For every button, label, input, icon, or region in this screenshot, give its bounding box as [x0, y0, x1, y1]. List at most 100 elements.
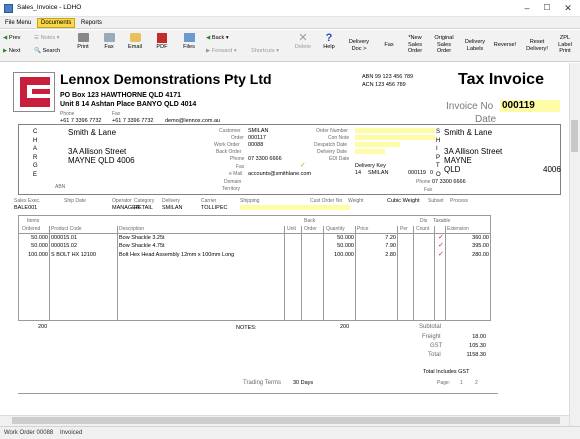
fax2-button[interactable]: Fax	[380, 42, 398, 49]
total-label: Total	[428, 352, 441, 358]
menu-bar: File Menu Documents Reports	[0, 17, 580, 29]
freight-value: 18.00	[472, 334, 486, 340]
billto-name: Smith & Lane	[68, 128, 117, 137]
delivery-date-field[interactable]	[355, 149, 385, 154]
gst-label: GST	[430, 343, 443, 349]
printer-icon	[77, 33, 89, 42]
taxable-check-icon: ✓	[438, 234, 444, 241]
delivery-key-d: 0	[430, 170, 434, 176]
delete-x-icon: ✕	[298, 32, 308, 44]
row-ordered: 100.000	[28, 252, 48, 258]
con-note-label: Con Note	[328, 135, 350, 141]
vertical-scrollbar[interactable]	[569, 63, 580, 426]
invoice-title: Tax Invoice	[458, 71, 544, 88]
reset-delivery-button[interactable]: Reset Delivery!	[522, 39, 552, 52]
pdf-icon	[157, 33, 167, 43]
row-quantity: 100.000	[334, 252, 354, 258]
back-button[interactable]: ◀ Back ▾	[206, 35, 229, 42]
workorder-number: 00088	[248, 142, 264, 148]
freight-label: Freight	[422, 334, 441, 340]
delivery-label: Delivery	[162, 198, 181, 204]
territory-label: Territory	[222, 186, 241, 192]
minimize-button[interactable]: –	[520, 2, 534, 14]
shipto-phone-label: Phone	[416, 179, 431, 185]
count-header: Count	[416, 226, 430, 232]
delete-button[interactable]: ✕ Delete	[293, 33, 313, 51]
back-header: Back	[304, 218, 316, 224]
close-button[interactable]: ✕	[561, 2, 575, 14]
shipto-side-label: SHIPTO	[436, 129, 441, 178]
status-bar: Work Order 00088 Invoiced	[0, 426, 580, 439]
row-quantity: 50.000	[337, 243, 354, 249]
next-button[interactable]: ▶ Next	[3, 48, 20, 55]
reverse-button[interactable]: Reverse!	[490, 42, 520, 49]
weight-label: Weight	[348, 198, 364, 204]
status-workorder: Work Order 00088	[4, 430, 54, 436]
invoice-no-label: Invoice No	[446, 101, 494, 112]
email-button[interactable]: Email	[125, 33, 145, 51]
files-button[interactable]: Files	[181, 33, 197, 51]
subset-label: Subset	[428, 198, 444, 204]
despatch-date-field[interactable]	[355, 142, 400, 147]
trading-terms: 30 Days	[293, 380, 314, 386]
row-ordered: 50.000	[31, 235, 48, 241]
zpl-label-print-button[interactable]: ZPL Label Print	[554, 35, 576, 55]
workorder-label: Work Order	[214, 142, 240, 148]
horizontal-scroll-thumb[interactable]	[12, 417, 560, 424]
notes-button[interactable]: ☰ Notes ▾	[34, 35, 60, 42]
shipping-field[interactable]	[240, 205, 350, 210]
shipto-name: Smith & Lane	[444, 128, 493, 137]
cust-order-label: Cust Order No	[310, 198, 343, 204]
app-icon	[4, 4, 13, 13]
help-button[interactable]: ? Help	[321, 33, 337, 51]
print-button[interactable]: Print	[75, 33, 91, 51]
delivery-labels-button[interactable]: Delivery Labels	[460, 39, 490, 52]
sales-exec: BALE001	[14, 205, 38, 211]
con-note-field[interactable]	[355, 135, 435, 140]
pdf-button[interactable]: PDF	[154, 33, 170, 51]
original-sales-order-button[interactable]: Original Sales Order	[430, 35, 458, 55]
order-number-field[interactable]	[355, 128, 435, 133]
fax-icon	[103, 33, 115, 42]
invoice-document: Lennox Demonstrations Pty Ltd PO Box 123…	[0, 63, 569, 426]
search-button[interactable]: 🔍 Search	[34, 48, 60, 55]
category-label: Category	[134, 198, 155, 204]
row-price: 2.80	[385, 252, 396, 258]
taxable-check-icon: ✓	[438, 242, 444, 249]
gst-value: 105.30	[469, 343, 486, 349]
backorder-label: Back Order	[216, 149, 242, 155]
row-product-code: 000015.01	[51, 235, 77, 241]
shipping-label: Shipping	[240, 198, 260, 204]
price-header: Price	[357, 226, 369, 232]
row-product-code: 000015.02	[51, 243, 77, 249]
maximize-button[interactable]: ☐	[540, 2, 554, 14]
page-of: 2	[475, 380, 478, 386]
row-price: 7.20	[385, 235, 396, 241]
shortcuts-button[interactable]: Shortcuts ▾	[251, 48, 279, 55]
col-divider	[117, 226, 118, 321]
delivery-key-b: SMILAN	[368, 170, 389, 176]
prev-button[interactable]: ◀ Prev	[3, 35, 20, 42]
process-label: Process	[450, 198, 469, 204]
new-sales-order-button[interactable]: *New Sales Order	[402, 35, 428, 55]
forward-button[interactable]: ▶ Forward ▾	[206, 48, 237, 55]
company-address-1: PO Box 123 HAWTHORNE QLD 4171	[60, 92, 181, 99]
menu-reports[interactable]: Reports	[78, 18, 105, 28]
shipto-suburb: MAYNE	[444, 156, 472, 165]
carrier-label: Carrier	[201, 198, 217, 204]
fax-button[interactable]: Fax	[101, 33, 117, 51]
category: RETAIL	[134, 205, 153, 211]
notes-label: NOTES:	[236, 325, 257, 331]
menu-file[interactable]: File Menu	[2, 18, 34, 28]
delivery-doc-button[interactable]: Delivery Doc >	[344, 39, 374, 52]
delivery-key-label: Delivery Key	[355, 163, 386, 169]
invoice-no[interactable]: 000119	[500, 100, 560, 112]
col-divider	[301, 226, 302, 321]
dis-header: Dis	[420, 218, 428, 224]
delivery-key-c: 000119	[408, 170, 426, 176]
shipto-phone: 07 3300 6666	[432, 179, 466, 185]
menu-documents[interactable]: Documents	[37, 18, 76, 28]
vertical-scroll-thumb[interactable]	[571, 120, 578, 152]
forward-arrow-icon: ▶	[3, 48, 8, 54]
row-quantity: 50.000	[337, 235, 354, 241]
